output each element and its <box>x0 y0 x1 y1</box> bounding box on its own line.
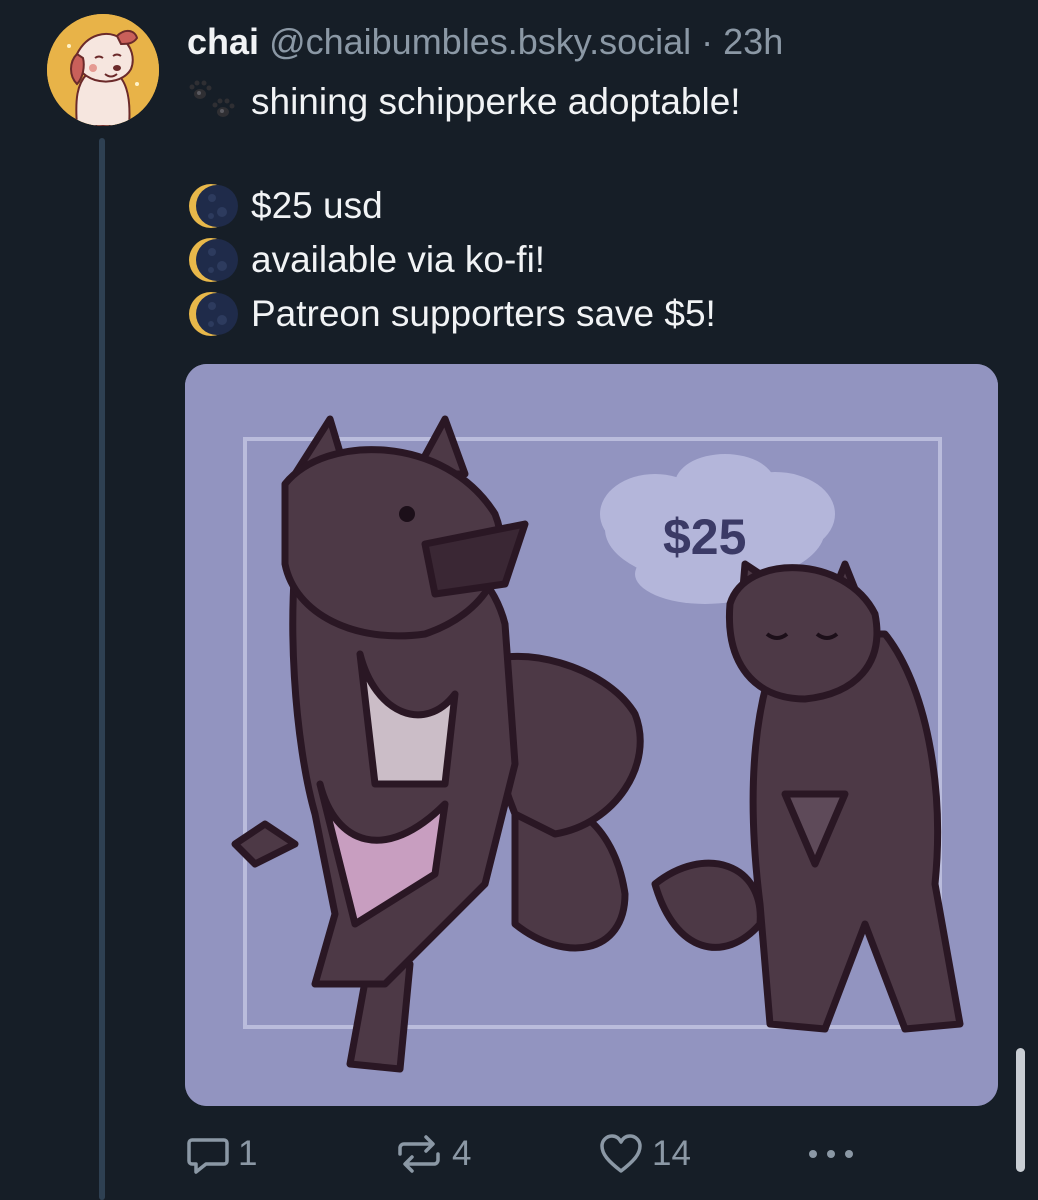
like-count: 14 <box>652 1134 691 1173</box>
moon-icon <box>187 236 239 284</box>
like-button[interactable]: 14 <box>598 1132 691 1176</box>
post-header: chai @chaibumbles.bsky.social · 23h <box>187 20 783 64</box>
reply-count: 1 <box>238 1134 258 1173</box>
post-line-3: available via ko-fi! <box>187 236 545 284</box>
avatar-dog-illustration <box>47 14 159 126</box>
avatar[interactable] <box>47 14 159 126</box>
more-dots-icon <box>809 1150 853 1158</box>
dog-eye <box>399 506 415 522</box>
post-line-4: Patreon supporters save $5! <box>187 290 716 338</box>
repost-button[interactable]: 4 <box>394 1132 471 1176</box>
comment-icon <box>187 1138 229 1174</box>
post-line-text: shining schipperke adoptable! <box>251 81 741 123</box>
post-line-2: $25 usd <box>187 182 383 230</box>
moon-icon <box>187 182 239 230</box>
reply-button[interactable]: 1 <box>186 1132 257 1176</box>
author-handle[interactable]: @chaibumbles.bsky.social <box>269 21 691 62</box>
scrollbar-thumb[interactable] <box>1016 1048 1025 1172</box>
post-line-text: $25 usd <box>251 185 383 227</box>
post-timestamp[interactable]: 23h <box>723 21 783 62</box>
post-actions-bar: 1 4 14 <box>0 1130 1038 1186</box>
author-name[interactable]: chai <box>187 21 259 62</box>
moon-icon <box>187 290 239 338</box>
post-line-1: shining schipperke adoptable! <box>187 78 741 126</box>
post-line-text: available via ko-fi! <box>251 239 546 281</box>
heart-icon <box>600 1134 642 1173</box>
price-tag-text: $25 <box>663 509 746 565</box>
paw-prints-icon <box>187 78 239 126</box>
thread-line <box>99 138 105 1200</box>
post-image[interactable]: $25 <box>185 364 998 1106</box>
header-separator: · <box>701 21 714 62</box>
post-line-text: Patreon supporters save $5! <box>251 293 716 335</box>
repost-icon <box>398 1135 440 1173</box>
schipperke-adoptable-artwork: $25 <box>185 364 998 1106</box>
repost-count: 4 <box>452 1134 472 1173</box>
more-options-button[interactable] <box>804 1132 866 1176</box>
